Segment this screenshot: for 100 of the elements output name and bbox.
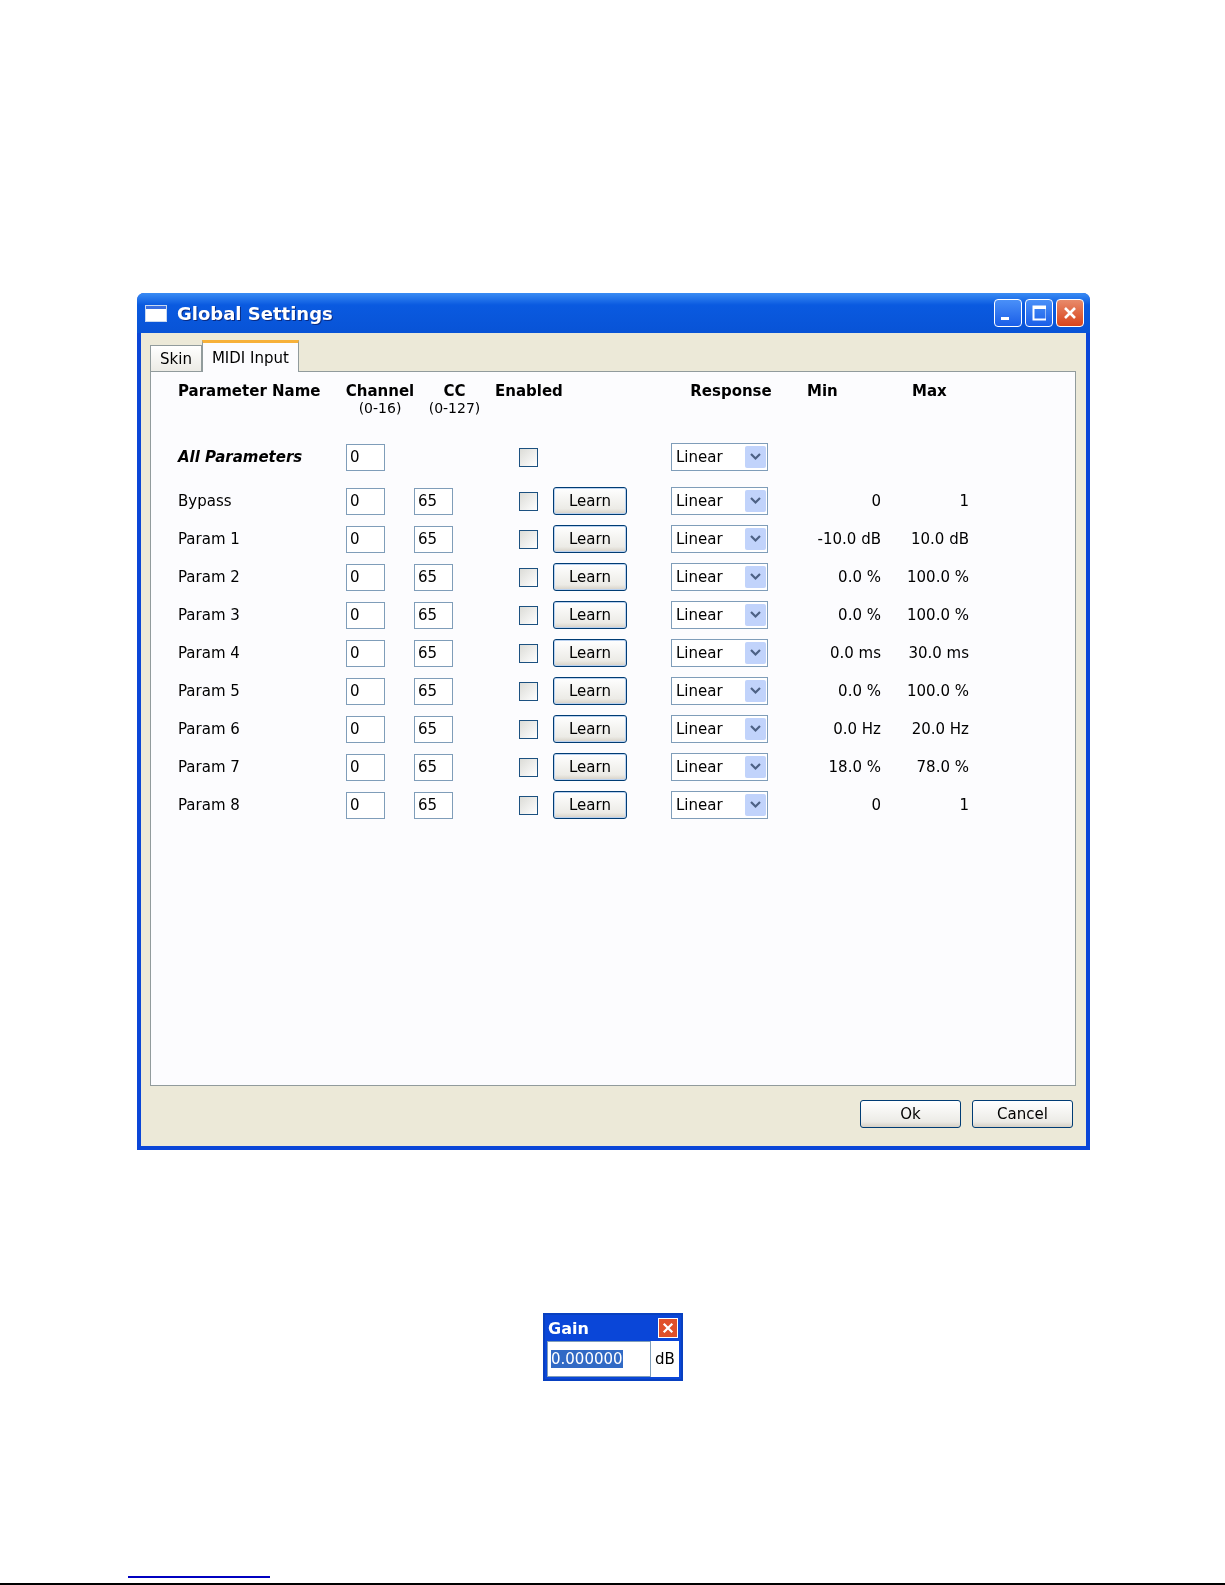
response-dropdown[interactable]: Linear xyxy=(671,677,768,705)
parameter-name: Bypass xyxy=(178,492,233,510)
channel-field[interactable]: 0 xyxy=(346,791,385,819)
enabled-checkbox[interactable] xyxy=(519,491,538,511)
parameter-name: Param 8 xyxy=(178,796,241,814)
column-header: Max xyxy=(912,382,947,400)
cc-field[interactable]: 65 xyxy=(414,601,453,629)
channel-field[interactable]: 0 xyxy=(346,639,385,667)
learn-button[interactable]: Learn xyxy=(553,639,627,667)
window-icon xyxy=(145,304,167,322)
close-icon xyxy=(662,1322,674,1334)
window-title: Gain xyxy=(548,1318,589,1338)
min-value: 0.0 ms xyxy=(829,644,882,662)
enabled-checkbox[interactable] xyxy=(519,719,538,739)
cc-field[interactable]: 65 xyxy=(414,753,453,781)
channel-field[interactable]: 0 xyxy=(346,677,385,705)
cc-field[interactable]: 65 xyxy=(414,639,453,667)
enabled-checkbox[interactable] xyxy=(519,795,538,815)
max-value: 78.0 % xyxy=(916,758,970,776)
column-header: Parameter Name xyxy=(178,382,321,400)
response-dropdown[interactable]: Linear xyxy=(671,563,768,591)
enabled-checkbox[interactable] xyxy=(519,529,538,549)
learn-button[interactable]: Learn xyxy=(553,715,627,743)
gain-field[interactable]: 0.000000 xyxy=(547,1341,651,1377)
parameter-name: All Parameters xyxy=(178,448,304,466)
response-dropdown[interactable]: Linear xyxy=(671,791,768,819)
column-header: Min xyxy=(807,382,838,400)
min-value: 0.0 % xyxy=(838,606,882,624)
maximize-icon xyxy=(1032,305,1046,321)
parameter-name: Param 5 xyxy=(178,682,241,700)
channel-field[interactable]: 0 xyxy=(346,753,385,781)
channel-field[interactable]: 0 xyxy=(346,715,385,743)
max-value: 10.0 dB xyxy=(911,530,970,548)
max-value: 100.0 % xyxy=(907,682,970,700)
cc-field[interactable]: 65 xyxy=(414,791,453,819)
enabled-checkbox[interactable] xyxy=(519,605,538,625)
cc-field[interactable]: 65 xyxy=(414,563,453,591)
response-dropdown[interactable]: Linear xyxy=(671,715,768,743)
max-value: 1 xyxy=(959,796,970,814)
enabled-checkbox[interactable] xyxy=(519,567,538,587)
parameter-name: Param 6 xyxy=(178,720,241,738)
response-dropdown[interactable]: Linear xyxy=(671,601,768,629)
close-button[interactable] xyxy=(1056,299,1084,327)
close-button[interactable] xyxy=(658,1318,678,1338)
tab[interactable]: Skin xyxy=(150,345,202,371)
parameter-name: Param 1 xyxy=(178,530,241,548)
response-dropdown[interactable]: Linear xyxy=(671,487,768,515)
learn-button[interactable]: Learn xyxy=(553,677,627,705)
parameter-name: Param 2 xyxy=(178,568,241,586)
unit-label: dB xyxy=(654,1349,676,1370)
dialog-button[interactable]: Ok xyxy=(860,1100,961,1128)
enabled-checkbox[interactable] xyxy=(519,643,538,663)
window-title: Global Settings xyxy=(177,302,334,324)
column-header: Enabled xyxy=(495,382,563,400)
parameter-name: Param 4 xyxy=(178,644,241,662)
maximize-button[interactable] xyxy=(1025,299,1053,327)
cc-field[interactable]: 65 xyxy=(414,525,453,553)
column-header: CC xyxy=(443,382,466,400)
tab[interactable]: MIDI Input xyxy=(201,340,299,372)
max-value: 20.0 Hz xyxy=(911,720,970,738)
max-value: 100.0 % xyxy=(907,606,970,624)
dialog-button[interactable]: Cancel xyxy=(972,1100,1073,1128)
min-value: 0.0 % xyxy=(838,568,882,586)
column-header: Response xyxy=(690,382,772,400)
response-dropdown[interactable]: Linear xyxy=(671,639,768,667)
parameter-name: Param 7 xyxy=(178,758,241,776)
parameter-name: Param 3 xyxy=(178,606,241,624)
cc-field[interactable]: 65 xyxy=(414,487,453,515)
minimize-icon xyxy=(1001,316,1009,320)
learn-button[interactable]: Learn xyxy=(553,791,627,819)
channel-field[interactable]: 0 xyxy=(346,601,385,629)
min-value: -10.0 dB xyxy=(817,530,882,548)
close-icon xyxy=(1063,306,1077,320)
minimize-button[interactable] xyxy=(994,299,1022,327)
column-header: Channel xyxy=(345,382,415,400)
learn-button[interactable]: Learn xyxy=(553,753,627,781)
learn-button[interactable]: Learn xyxy=(553,487,627,515)
column-range: (0-16) xyxy=(358,400,402,416)
enabled-checkbox[interactable] xyxy=(519,681,538,701)
channel-field[interactable]: 0 xyxy=(346,525,385,553)
cc-field[interactable]: 65 xyxy=(414,677,453,705)
max-value: 100.0 % xyxy=(907,568,970,586)
min-value: 0 xyxy=(871,492,882,510)
enabled-checkbox[interactable] xyxy=(519,757,538,777)
response-dropdown[interactable]: Linear xyxy=(671,525,768,553)
enabled-checkbox[interactable] xyxy=(519,447,538,467)
response-dropdown[interactable]: Linear xyxy=(671,443,768,471)
channel-field[interactable]: 0 xyxy=(346,563,385,591)
min-value: 0 xyxy=(871,796,882,814)
max-value: 30.0 ms xyxy=(908,644,970,662)
channel-field[interactable]: 0 xyxy=(346,443,385,471)
learn-button[interactable]: Learn xyxy=(553,525,627,553)
column-range: (0-127) xyxy=(428,400,481,416)
learn-button[interactable]: Learn xyxy=(553,601,627,629)
response-dropdown[interactable]: Linear xyxy=(671,753,768,781)
learn-button[interactable]: Learn xyxy=(553,563,627,591)
channel-field[interactable]: 0 xyxy=(346,487,385,515)
max-value: 1 xyxy=(959,492,970,510)
min-value: 0.0 Hz xyxy=(833,720,882,738)
cc-field[interactable]: 65 xyxy=(414,715,453,743)
